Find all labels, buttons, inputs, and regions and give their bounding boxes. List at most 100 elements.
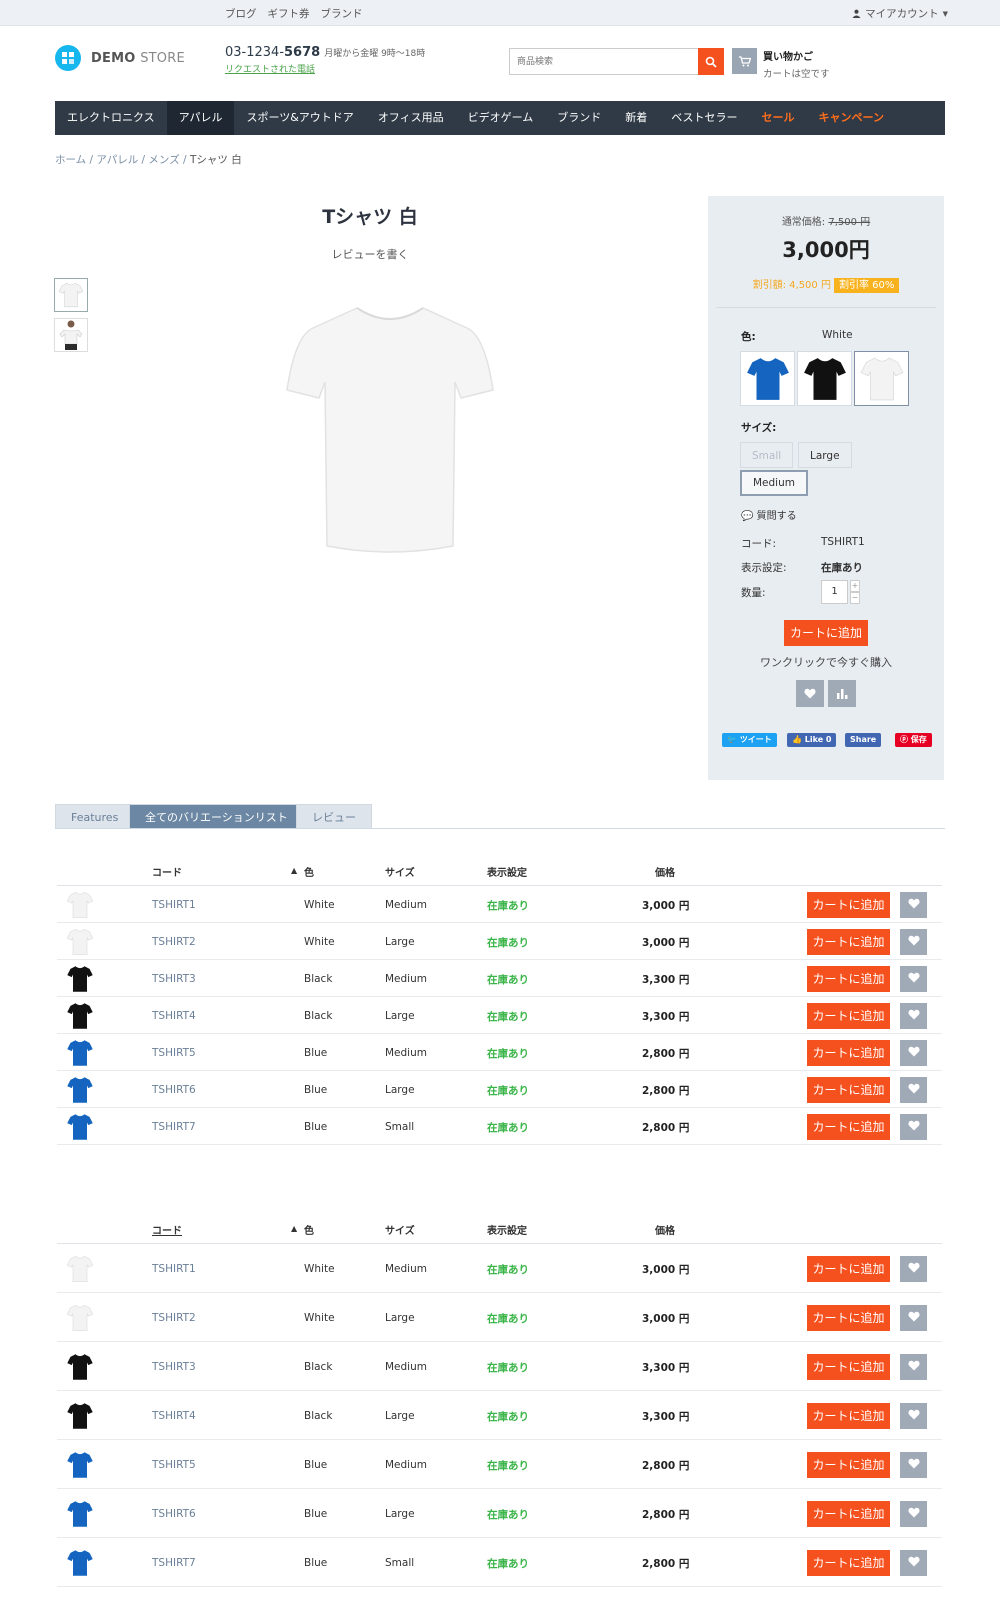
top-link-blog[interactable]: ブログ <box>225 6 257 21</box>
row-code[interactable]: TSHIRT2 <box>152 936 196 948</box>
row-wishlist-button[interactable] <box>900 1002 927 1029</box>
black-tshirt-icon[interactable] <box>67 1353 93 1384</box>
row-add-to-cart-button[interactable]: カートに追加 <box>807 1255 890 1282</box>
row-wishlist-button[interactable] <box>900 1039 927 1066</box>
row-wishlist-button[interactable] <box>900 1402 927 1429</box>
row-code[interactable]: TSHIRT3 <box>152 973 196 985</box>
size-option-small[interactable]: Small <box>740 442 794 468</box>
wishlist-button[interactable] <box>796 680 824 707</box>
black-tshirt-icon[interactable] <box>67 965 93 996</box>
row-wishlist-button[interactable] <box>900 1304 927 1331</box>
add-to-cart-button[interactable]: カートに追加 <box>784 620 868 646</box>
top-link-brand[interactable]: ブランド <box>321 6 363 21</box>
breadcrumb-home[interactable]: ホーム <box>55 154 86 166</box>
row-add-to-cart-button[interactable]: カートに追加 <box>807 1039 890 1066</box>
thumbnail-white-tshirt[interactable] <box>54 278 88 312</box>
row-wishlist-button[interactable] <box>900 1451 927 1478</box>
row-add-to-cart-button[interactable]: カートに追加 <box>807 891 890 918</box>
row-add-to-cart-button[interactable]: カートに追加 <box>807 1451 890 1478</box>
tab-reviews[interactable]: レビュー <box>296 804 372 829</box>
white-tshirt-icon[interactable] <box>66 1304 94 1335</box>
row-add-to-cart-button[interactable]: カートに追加 <box>807 1076 890 1103</box>
header-code[interactable]: コード <box>152 1222 182 1237</box>
black-tshirt-icon[interactable] <box>67 1402 93 1433</box>
row-add-to-cart-button[interactable]: カートに追加 <box>807 1113 890 1140</box>
row-code[interactable]: TSHIRT5 <box>152 1047 196 1059</box>
nav-item-brands[interactable]: ブランド <box>545 101 613 135</box>
row-code[interactable]: TSHIRT1 <box>152 1263 196 1275</box>
row-code[interactable]: TSHIRT7 <box>152 1557 196 1569</box>
breadcrumb-mens[interactable]: メンズ <box>148 154 179 166</box>
row-wishlist-button[interactable] <box>900 891 927 918</box>
row-add-to-cart-button[interactable]: カートに追加 <box>807 1500 890 1527</box>
row-add-to-cart-button[interactable]: カートに追加 <box>807 965 890 992</box>
row-code[interactable]: TSHIRT3 <box>152 1361 196 1373</box>
row-wishlist-button[interactable] <box>900 1549 927 1576</box>
blue-tshirt-icon[interactable] <box>67 1039 93 1070</box>
tab-features[interactable]: Features <box>55 804 135 829</box>
one-click-buy-link[interactable]: ワンクリックで今すぐ購入 <box>708 654 944 670</box>
top-link-gift[interactable]: ギフト券 <box>268 6 310 21</box>
nav-item-sale[interactable]: セール <box>750 101 807 135</box>
color-swatch-black[interactable] <box>797 351 852 406</box>
nav-item-office[interactable]: オフィス用品 <box>366 101 456 135</box>
blue-tshirt-icon[interactable] <box>67 1076 93 1107</box>
row-code[interactable]: TSHIRT7 <box>152 1121 196 1133</box>
row-wishlist-button[interactable] <box>900 1255 927 1282</box>
row-code[interactable]: TSHIRT4 <box>152 1410 196 1422</box>
blue-tshirt-icon[interactable] <box>67 1549 93 1580</box>
quantity-decrease[interactable]: − <box>850 592 860 604</box>
account-menu[interactable]: マイアカウント ▼ <box>852 6 948 21</box>
row-add-to-cart-button[interactable]: カートに追加 <box>807 928 890 955</box>
row-code[interactable]: TSHIRT6 <box>152 1508 196 1520</box>
search-input[interactable] <box>509 48 698 75</box>
quantity-increase[interactable]: + <box>850 580 860 592</box>
white-tshirt-icon[interactable] <box>66 928 94 959</box>
row-code[interactable]: TSHIRT4 <box>152 1010 196 1022</box>
blue-tshirt-icon[interactable] <box>67 1500 93 1531</box>
facebook-like-button[interactable]: 👍 Like 0 <box>787 733 837 747</box>
row-wishlist-button[interactable] <box>900 1500 927 1527</box>
nav-item-new[interactable]: 新着 <box>613 101 659 135</box>
facebook-share-button[interactable]: Share <box>845 733 882 747</box>
row-add-to-cart-button[interactable]: カートに追加 <box>807 1353 890 1380</box>
nav-item-videogames[interactable]: ビデオゲーム <box>456 101 546 135</box>
nav-item-apparel[interactable]: アパレル <box>166 101 235 135</box>
callback-link[interactable]: リクエストされた電話 <box>225 62 425 75</box>
row-wishlist-button[interactable] <box>900 1353 927 1380</box>
store-logo[interactable]: DEMO STORE <box>55 45 185 71</box>
row-wishlist-button[interactable] <box>900 928 927 955</box>
nav-item-bestsellers[interactable]: ベストセラー <box>659 101 749 135</box>
row-code[interactable]: TSHIRT2 <box>152 1312 196 1324</box>
size-option-large[interactable]: Large <box>798 442 852 468</box>
ask-question-link[interactable]: 💬 質問する <box>741 507 797 522</box>
row-code[interactable]: TSHIRT6 <box>152 1084 196 1096</box>
breadcrumb-apparel[interactable]: アパレル <box>96 154 138 166</box>
nav-item-electronics[interactable]: エレクトロニクス <box>55 101 167 135</box>
row-add-to-cart-button[interactable]: カートに追加 <box>807 1549 890 1576</box>
color-swatch-white[interactable] <box>854 351 909 406</box>
color-swatch-blue[interactable] <box>740 351 795 406</box>
tweet-button[interactable]: 🐦 ツイート <box>722 733 777 747</box>
pinterest-save-button[interactable]: ⓟ 保存 <box>895 733 932 747</box>
product-main-image[interactable] <box>285 300 495 565</box>
blue-tshirt-icon[interactable] <box>67 1451 93 1482</box>
row-code[interactable]: TSHIRT1 <box>152 899 196 911</box>
white-tshirt-icon[interactable] <box>66 891 94 922</box>
compare-button[interactable] <box>828 680 856 707</box>
nav-item-sports[interactable]: スポーツ&アウトドア <box>234 101 365 135</box>
blue-tshirt-icon[interactable] <box>67 1113 93 1144</box>
write-review-link[interactable]: レビューを書く <box>270 246 470 262</box>
row-wishlist-button[interactable] <box>900 1076 927 1103</box>
tab-variations[interactable]: 全てのバリエーションリスト <box>129 804 304 829</box>
sort-asc-icon[interactable]: ▲ <box>291 1224 297 1233</box>
nav-item-campaign[interactable]: キャンペーン <box>807 101 896 135</box>
mini-cart[interactable]: 買い物かご カートは空です <box>732 48 830 80</box>
thumbnail-model[interactable] <box>54 318 88 352</box>
row-add-to-cart-button[interactable]: カートに追加 <box>807 1304 890 1331</box>
black-tshirt-icon[interactable] <box>67 1002 93 1033</box>
quantity-input[interactable]: 1 <box>821 580 848 604</box>
row-wishlist-button[interactable] <box>900 1113 927 1140</box>
header-code[interactable]: コード <box>152 864 182 879</box>
size-option-medium[interactable]: Medium <box>740 470 808 496</box>
